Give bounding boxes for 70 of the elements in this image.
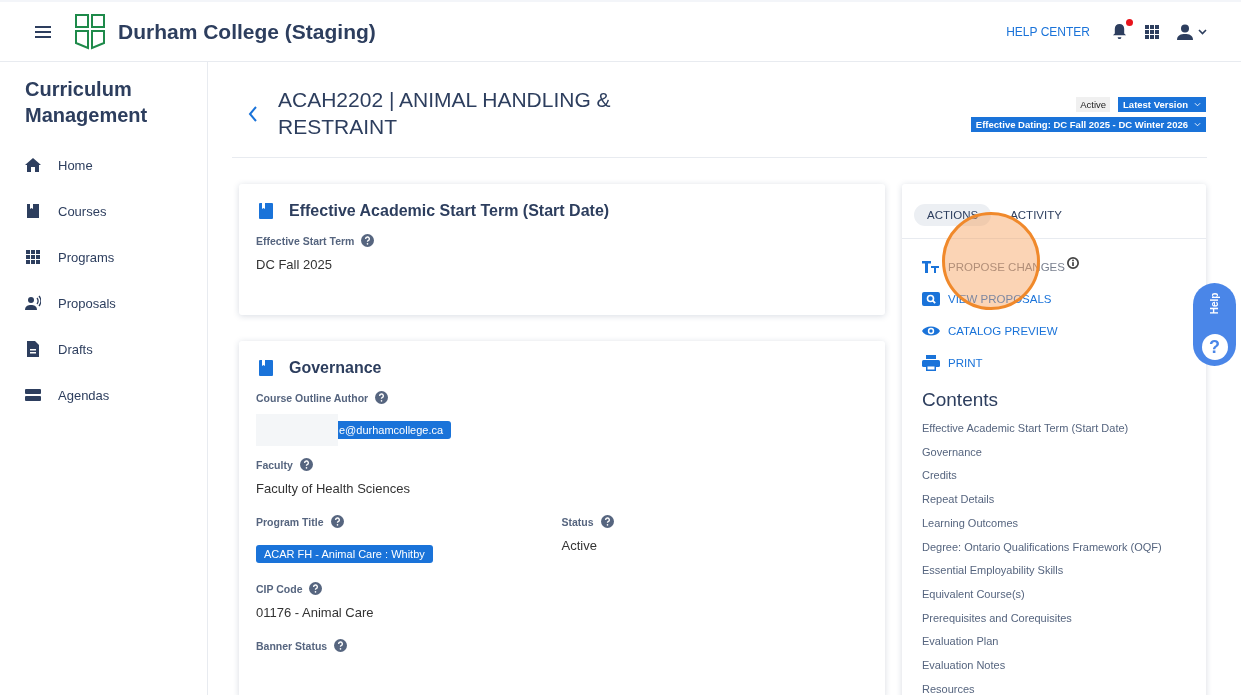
action-link[interactable]: CATALOG PREVIEW bbox=[948, 325, 1058, 337]
sidebar-item[interactable]: Courses bbox=[25, 188, 185, 234]
contents-title: Contents bbox=[922, 389, 1000, 411]
help-icon[interactable] bbox=[600, 515, 614, 528]
program-tag: ACAR FH - Animal Care : Whitby bbox=[256, 545, 433, 563]
sidebar-item[interactable]: Home bbox=[25, 142, 185, 188]
help-icon[interactable] bbox=[330, 515, 344, 528]
search-icon bbox=[922, 291, 940, 307]
book-icon bbox=[259, 203, 273, 219]
sidebar-item[interactable]: Programs bbox=[25, 234, 185, 280]
menu-icon[interactable] bbox=[34, 24, 52, 39]
text-size-icon bbox=[922, 259, 940, 275]
email-tag: e@durhamcollege.ca bbox=[338, 421, 452, 439]
field-label: Status bbox=[561, 515, 594, 528]
apps-grid-icon[interactable] bbox=[1145, 24, 1159, 39]
section-title: Effective Academic Start Term (Start Date) bbox=[289, 202, 610, 220]
action-link[interactable]: PRINT bbox=[948, 357, 983, 369]
grid-icon bbox=[25, 249, 41, 265]
field-value: Faculty of Health Sciences bbox=[256, 481, 411, 498]
field-label: CIP Code bbox=[256, 582, 303, 595]
stack-icon bbox=[25, 387, 41, 403]
field-label: Course Outline Author bbox=[256, 391, 369, 404]
field-label: Program Title bbox=[256, 515, 324, 528]
help-icon[interactable] bbox=[299, 458, 313, 471]
contents-link[interactable]: Prerequisites and Corequisites bbox=[922, 606, 1186, 631]
people-icon bbox=[25, 295, 41, 311]
contents-link[interactable]: Governance bbox=[922, 440, 1186, 465]
sidebar-item[interactable]: Drafts bbox=[25, 326, 185, 372]
contents-link[interactable]: Effective Academic Start Term (Start Date) bbox=[922, 417, 1186, 441]
help-center-link[interactable]: HELP CENTER bbox=[1006, 24, 1090, 39]
help-icon[interactable] bbox=[334, 639, 348, 652]
help-icon[interactable] bbox=[361, 234, 375, 247]
contents-link[interactable]: Learning Outcomes bbox=[922, 511, 1186, 536]
shield-logo-icon bbox=[74, 12, 106, 51]
contents-link[interactable]: Degree: Ontario Qualifications Framework (OQF) bbox=[922, 535, 1186, 560]
chevron-icon bbox=[1194, 122, 1201, 127]
book-icon bbox=[259, 360, 273, 376]
status-badge: Active bbox=[1076, 97, 1111, 112]
version-dropdown[interactable]: Latest Version bbox=[1118, 97, 1206, 112]
sidebar-item[interactable]: Proposals bbox=[25, 280, 185, 326]
contents-link[interactable]: Credits bbox=[922, 464, 1186, 489]
help-icon[interactable] bbox=[309, 582, 323, 595]
field-value: DC Fall 2025 bbox=[256, 257, 333, 274]
contents-link[interactable]: Essential Employability Skills bbox=[922, 559, 1186, 583]
brand-title: Durham College (Staging) bbox=[118, 19, 376, 44]
bell-icon[interactable] bbox=[1112, 23, 1127, 40]
sidebar-item[interactable]: Agendas bbox=[25, 372, 185, 418]
book-icon bbox=[25, 203, 41, 219]
home-icon bbox=[25, 157, 41, 173]
chevron-icon bbox=[1194, 102, 1201, 107]
document-icon bbox=[25, 341, 41, 357]
contents-link[interactable]: Evaluation Plan bbox=[922, 630, 1186, 655]
printer-icon bbox=[922, 355, 940, 371]
help-icon[interactable] bbox=[375, 391, 389, 404]
field-label: Banner Status bbox=[256, 639, 328, 652]
contents-link[interactable]: Repeat Details bbox=[922, 488, 1186, 512]
field-value: Active bbox=[561, 538, 598, 555]
sidebar-title: Curriculum Management bbox=[25, 77, 149, 128]
back-icon[interactable] bbox=[248, 106, 258, 122]
field-value: 01176 - Animal Care bbox=[256, 605, 375, 622]
contents-link[interactable]: Equivalent Course(s) bbox=[922, 582, 1186, 607]
course-title: ACAH2202 | ANIMAL HANDLING & RESTRAINT bbox=[278, 87, 612, 140]
effective-dating-dropdown[interactable]: Effective Dating: DC Fall 2025 - DC Winter 2026 bbox=[970, 117, 1206, 132]
section-title: Governance bbox=[289, 359, 382, 377]
field-label: Effective Start Term bbox=[256, 234, 355, 247]
user-menu-icon[interactable] bbox=[1177, 23, 1207, 40]
panel-tab[interactable]: ACTIVITY bbox=[997, 204, 1075, 226]
field-label: Faculty bbox=[256, 458, 293, 471]
contents-link[interactable]: Resources bbox=[922, 677, 1186, 695]
contents-link[interactable]: Evaluation Notes bbox=[922, 654, 1186, 678]
